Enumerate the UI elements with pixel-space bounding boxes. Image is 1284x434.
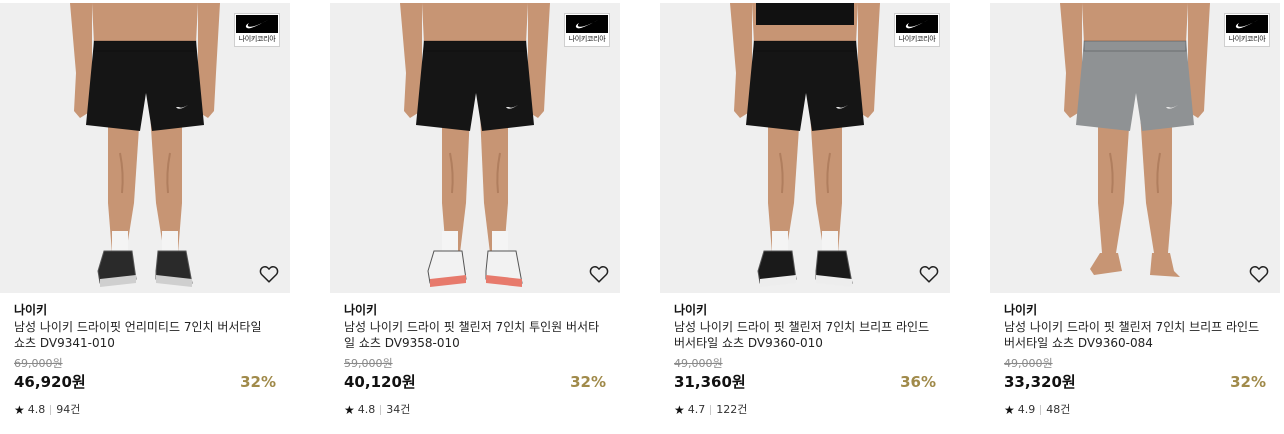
rating-row: ★ 4.9 48건	[1004, 403, 1266, 417]
swoosh-icon	[1235, 20, 1258, 29]
divider	[50, 405, 52, 415]
review-count: 94건	[56, 403, 81, 416]
product-image[interactable]: 나이키코리아	[990, 3, 1280, 293]
product-card[interactable]: 나이키코리아 나이키 남성 나이키 드라이핏 언리미티드 7인치 버서타일 쇼츠…	[0, 0, 290, 434]
swoosh-icon	[575, 20, 598, 29]
brand-badge: 나이키코리아	[234, 13, 280, 47]
discount-rate: 36%	[900, 373, 936, 391]
original-price: 49,000원	[1004, 357, 1053, 370]
price-row: 46,920원 32%	[14, 372, 276, 394]
original-price: 59,000원	[344, 357, 393, 370]
product-image[interactable]: 나이키코리아	[660, 3, 950, 293]
nike-logo	[566, 15, 608, 33]
swoosh-icon	[905, 20, 928, 29]
brand-badge: 나이키코리아	[1224, 13, 1270, 47]
brand-badge: 나이키코리아	[894, 13, 940, 47]
discount-rate: 32%	[240, 373, 276, 391]
product-card[interactable]: 나이키코리아 나이키 남성 나이키 드라이 핏 챌린저 7인치 브리프 라인드 …	[660, 0, 950, 434]
product-info: 나이키 남성 나이키 드라이 핏 챌린저 7인치 브리프 라인드 버서타일 쇼츠…	[1004, 302, 1266, 417]
product-brand[interactable]: 나이키	[14, 302, 276, 318]
product-card[interactable]: 나이키코리아 나이키 남성 나이키 드라이 핏 챌린저 7인치 브리프 라인드 …	[990, 0, 1280, 434]
product-name[interactable]: 남성 나이키 드라이 핏 챌린저 7인치 투인원 버서타일 쇼츠 DV9358-…	[344, 319, 606, 353]
rating-value: 4.7	[687, 403, 706, 416]
product-info: 나이키 남성 나이키 드라이 핏 챌린저 7인치 브리프 라인드 버서타일 쇼츠…	[674, 302, 936, 417]
product-brand[interactable]: 나이키	[1004, 302, 1266, 318]
product-name[interactable]: 남성 나이키 드라이 핏 챌린저 7인치 브리프 라인드 버서타일 쇼츠 DV9…	[674, 319, 936, 353]
original-price: 69,000원	[14, 357, 63, 370]
brand-badge: 나이키코리아	[564, 13, 610, 47]
product-brand[interactable]: 나이키	[344, 302, 606, 318]
star-icon: ★	[1004, 403, 1015, 417]
product-grid: 나이키코리아 나이키 남성 나이키 드라이핏 언리미티드 7인치 버서타일 쇼츠…	[0, 0, 1284, 434]
nike-logo	[896, 15, 938, 33]
price-row: 33,320원 32%	[1004, 372, 1266, 394]
nike-logo	[236, 15, 278, 33]
badge-label: 나이키코리아	[238, 35, 276, 43]
product-image[interactable]: 나이키코리아	[330, 3, 620, 293]
product-name[interactable]: 남성 나이키 드라이핏 언리미티드 7인치 버서타일 쇼츠 DV9341-010	[14, 319, 276, 353]
rating-value: 4.8	[357, 403, 376, 416]
heart-outline-icon[interactable]	[258, 263, 280, 285]
heart-outline-icon[interactable]	[588, 263, 610, 285]
price-row: 31,360원 36%	[674, 372, 936, 394]
product-name[interactable]: 남성 나이키 드라이 핏 챌린저 7인치 브리프 라인드 버서타일 쇼츠 DV9…	[1004, 319, 1266, 353]
sale-price: 31,360원	[674, 373, 746, 391]
discount-rate: 32%	[1230, 373, 1266, 391]
original-price: 49,000원	[674, 357, 723, 370]
swoosh-icon	[245, 20, 268, 29]
product-brand[interactable]: 나이키	[674, 302, 936, 318]
sale-price: 46,920원	[14, 373, 86, 391]
nike-logo	[1226, 15, 1268, 33]
rating-value: 4.9	[1017, 403, 1036, 416]
rating-row: ★ 4.8 34건	[344, 403, 606, 417]
sale-price: 40,120원	[344, 373, 416, 391]
product-info: 나이키 남성 나이키 드라이핏 언리미티드 7인치 버서타일 쇼츠 DV9341…	[14, 302, 276, 417]
divider	[1040, 405, 1042, 415]
heart-outline-icon[interactable]	[918, 263, 940, 285]
rating-value: 4.8	[27, 403, 46, 416]
price-row: 40,120원 32%	[344, 372, 606, 394]
rating-row: ★ 4.7 122건	[674, 403, 936, 417]
product-info: 나이키 남성 나이키 드라이 핏 챌린저 7인치 투인원 버서타일 쇼츠 DV9…	[344, 302, 606, 417]
rating-row: ★ 4.8 94건	[14, 403, 276, 417]
star-icon: ★	[14, 403, 25, 417]
review-count: 122건	[716, 403, 748, 416]
review-count: 48건	[1046, 403, 1071, 416]
discount-rate: 32%	[570, 373, 606, 391]
product-card[interactable]: 나이키코리아 나이키 남성 나이키 드라이 핏 챌린저 7인치 투인원 버서타일…	[330, 0, 620, 434]
badge-label: 나이키코리아	[568, 35, 606, 43]
product-image[interactable]: 나이키코리아	[0, 3, 290, 293]
star-icon: ★	[674, 403, 685, 417]
divider	[710, 405, 712, 415]
heart-outline-icon[interactable]	[1248, 263, 1270, 285]
badge-label: 나이키코리아	[1228, 35, 1266, 43]
star-icon: ★	[344, 403, 355, 417]
divider	[380, 405, 382, 415]
sale-price: 33,320원	[1004, 373, 1076, 391]
badge-label: 나이키코리아	[898, 35, 936, 43]
review-count: 34건	[386, 403, 411, 416]
